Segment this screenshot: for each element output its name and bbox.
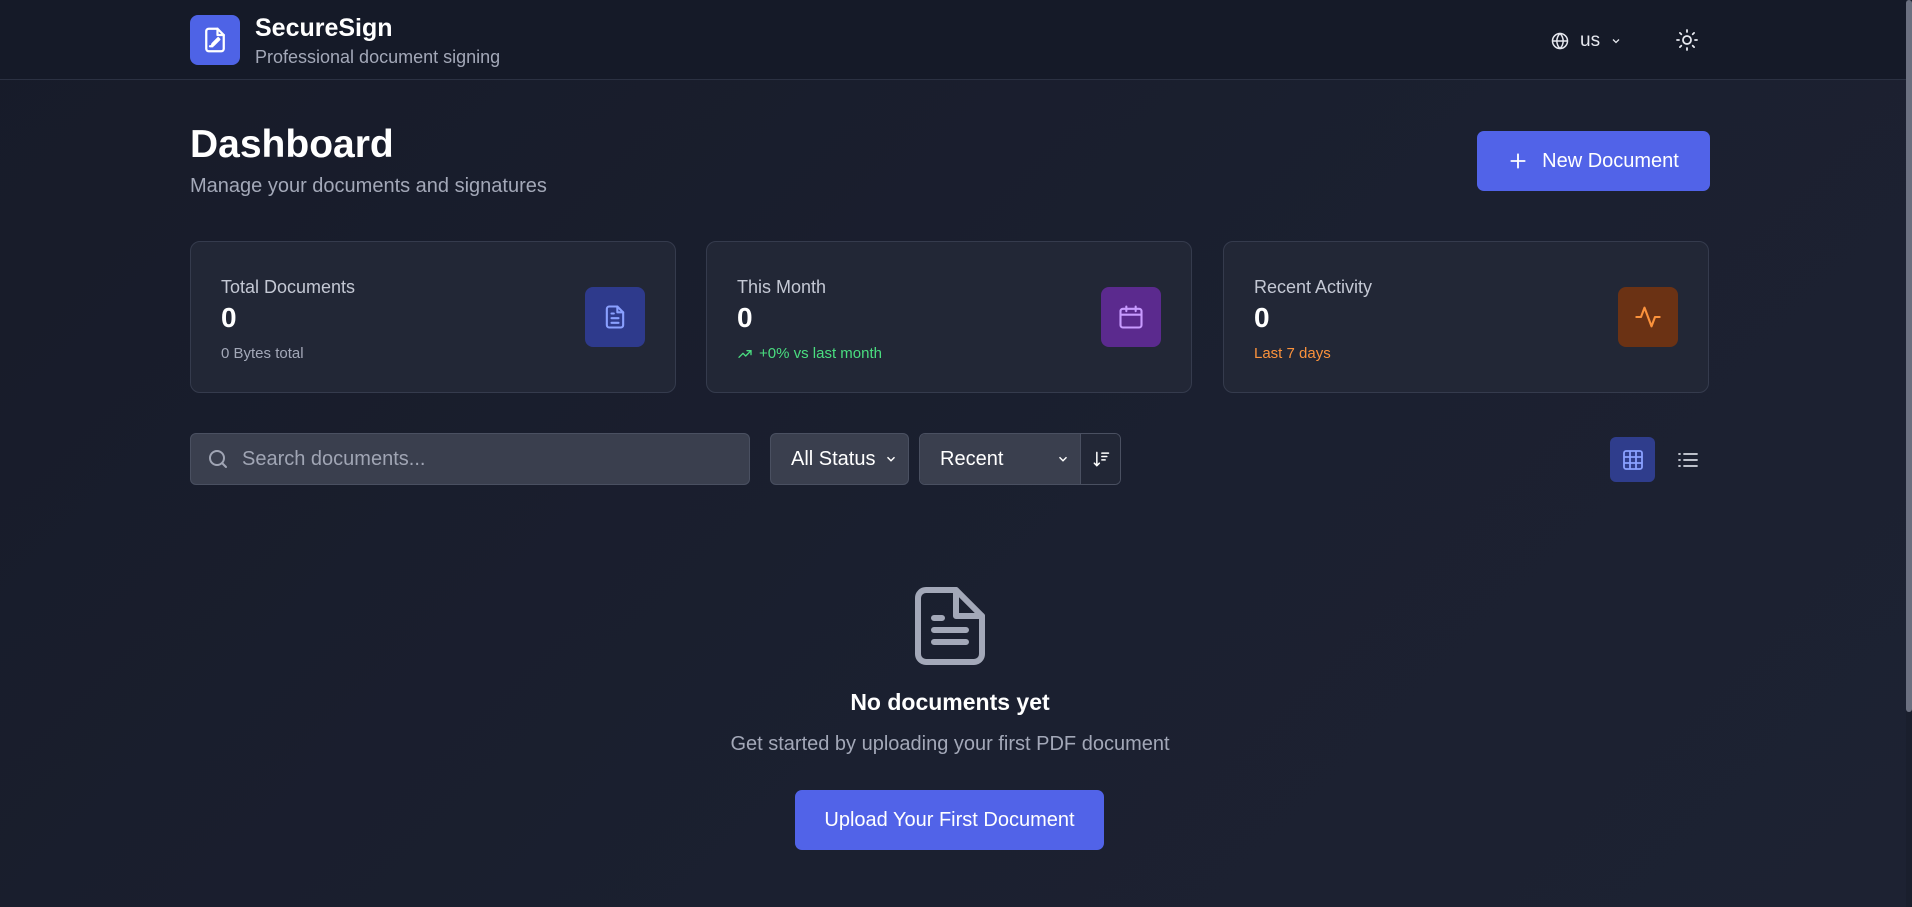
top-header: SecureSign Professional document signing… bbox=[0, 0, 1906, 80]
stat-value: 0 bbox=[737, 302, 753, 333]
stat-value: 0 bbox=[1254, 302, 1270, 333]
stat-icon-box bbox=[585, 287, 645, 347]
brand-tagline: Professional document signing bbox=[255, 47, 501, 67]
new-document-label: New Document bbox=[1542, 149, 1679, 172]
sun-icon bbox=[1676, 29, 1698, 51]
chevron-down-icon bbox=[886, 456, 896, 462]
theme-toggle-button[interactable] bbox=[1673, 26, 1701, 54]
stat-subtext-label: 0 Bytes total bbox=[221, 345, 304, 362]
sort-direction-button[interactable] bbox=[1080, 434, 1120, 484]
activity-icon bbox=[1635, 306, 1661, 328]
empty-file-icon bbox=[915, 587, 985, 665]
stat-subtext: Last 7 days bbox=[1254, 345, 1331, 362]
new-document-button[interactable]: New Document bbox=[1477, 131, 1710, 191]
empty-state-subtitle: Get started by uploading your first PDF … bbox=[730, 733, 1170, 755]
sort-control: Recent bbox=[919, 433, 1121, 485]
search-field[interactable] bbox=[190, 433, 750, 485]
stat-card-recent-activity: Recent Activity 0 Last 7 days bbox=[1223, 241, 1709, 393]
stat-icon-box bbox=[1618, 287, 1678, 347]
stat-subtext: 0 Bytes total bbox=[221, 345, 304, 362]
status-filter-value: All Status bbox=[791, 447, 876, 470]
sort-value: Recent bbox=[940, 447, 1004, 470]
scrollbar-thumb[interactable] bbox=[1906, 0, 1912, 712]
globe-icon bbox=[1551, 32, 1569, 50]
trending-up-icon bbox=[738, 349, 752, 358]
search-input[interactable] bbox=[242, 447, 749, 471]
sort-descending-icon bbox=[1093, 451, 1109, 467]
language-label: us bbox=[1580, 30, 1601, 51]
page-subtitle: Manage your documents and signatures bbox=[190, 175, 547, 197]
stat-icon-box bbox=[1101, 287, 1161, 347]
stat-card-total-documents: Total Documents 0 0 Bytes total bbox=[190, 241, 676, 393]
document-sign-icon bbox=[205, 27, 225, 53]
plus-icon bbox=[1510, 153, 1526, 169]
stat-label: This Month bbox=[737, 277, 827, 297]
grid-icon bbox=[1622, 449, 1643, 470]
empty-state-title: No documents yet bbox=[850, 689, 1050, 715]
list-view-button[interactable] bbox=[1665, 437, 1710, 482]
stat-label: Recent Activity bbox=[1254, 277, 1373, 297]
brand-name: SecureSign bbox=[255, 14, 393, 42]
file-text-icon bbox=[605, 305, 625, 329]
stat-subtext-label: +0% vs last month bbox=[759, 345, 882, 362]
grid-view-button[interactable] bbox=[1610, 437, 1655, 482]
stat-subtext-label: Last 7 days bbox=[1254, 345, 1331, 362]
stat-value: 0 bbox=[221, 302, 237, 333]
logo[interactable] bbox=[190, 15, 240, 65]
upload-first-document-button[interactable]: Upload Your First Document bbox=[795, 790, 1104, 850]
sort-select[interactable]: Recent bbox=[920, 434, 1080, 484]
list-icon bbox=[1677, 452, 1698, 467]
stat-label: Total Documents bbox=[221, 277, 356, 297]
page-title: Dashboard bbox=[190, 123, 394, 166]
chevron-down-icon bbox=[1058, 456, 1068, 462]
language-selector[interactable]: us bbox=[1550, 27, 1622, 55]
status-filter-select[interactable]: All Status bbox=[770, 433, 909, 485]
search-icon bbox=[209, 450, 227, 468]
calendar-icon bbox=[1119, 305, 1143, 329]
stat-subtext: +0% vs last month bbox=[737, 345, 882, 362]
stat-card-this-month: This Month 0 +0% vs last month bbox=[706, 241, 1192, 393]
chevron-down-icon bbox=[1612, 39, 1620, 44]
